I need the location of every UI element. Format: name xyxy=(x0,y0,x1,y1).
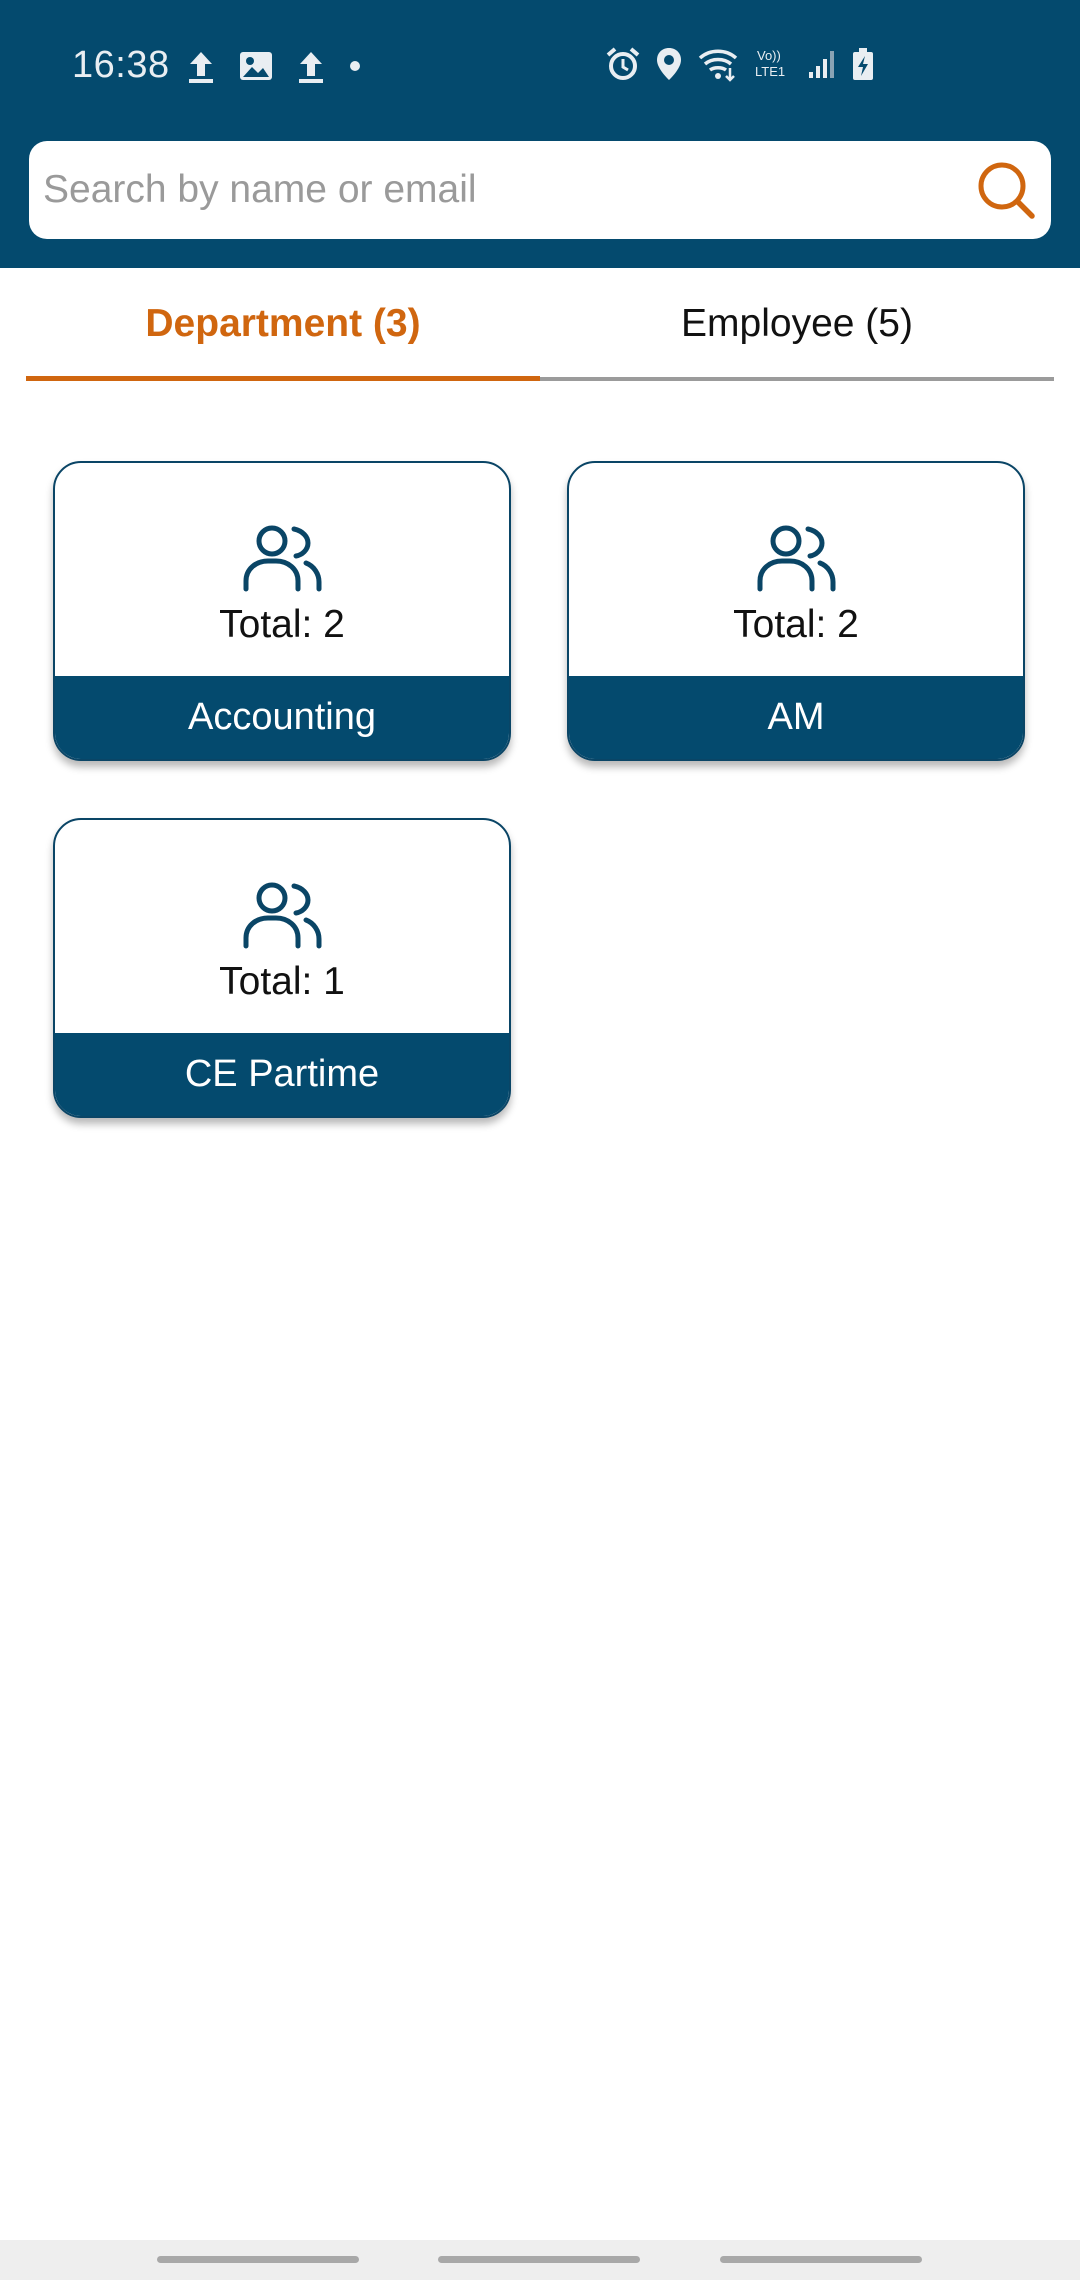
battery-charging-icon xyxy=(853,48,873,80)
people-icon xyxy=(243,882,322,949)
signal-icon xyxy=(809,51,834,78)
location-icon xyxy=(657,48,681,80)
department-total: Total: 2 xyxy=(219,603,345,646)
nav-back-button[interactable] xyxy=(720,2256,922,2263)
system-navigation-bar xyxy=(0,2240,1080,2280)
search-icon[interactable] xyxy=(975,159,1037,221)
alarm-icon xyxy=(606,47,640,80)
department-name: AM xyxy=(569,676,1023,759)
search-input[interactable] xyxy=(43,141,963,239)
department-name: Accounting xyxy=(55,676,509,759)
department-card[interactable]: Total: 2 Accounting xyxy=(53,461,511,761)
status-bar: 16:38 Vo)) LTE1 xyxy=(0,0,1080,134)
department-card[interactable]: Total: 1 CE Partime xyxy=(53,818,511,1118)
nav-home-button[interactable] xyxy=(438,2256,640,2263)
more-notifications-dot-icon xyxy=(350,61,360,71)
nav-recents-button[interactable] xyxy=(157,2256,359,2263)
search-bar xyxy=(29,141,1051,239)
status-time: 16:38 xyxy=(72,44,170,86)
department-card[interactable]: Total: 2 AM xyxy=(567,461,1025,761)
department-total: Total: 2 xyxy=(733,603,859,646)
people-icon xyxy=(243,525,322,592)
wifi-icon xyxy=(698,49,738,82)
status-notification-icons xyxy=(186,48,362,84)
department-total: Total: 1 xyxy=(219,960,345,1003)
upload-icon xyxy=(189,52,213,83)
status-system-icons: Vo)) LTE1 xyxy=(605,46,875,82)
svg-text:Vo)): Vo)) xyxy=(757,48,781,63)
people-icon xyxy=(757,525,836,592)
department-name: CE Partime xyxy=(55,1033,509,1116)
tab-divider-line xyxy=(540,377,1054,381)
svg-text:LTE1: LTE1 xyxy=(755,64,785,79)
tab-employee[interactable]: Employee (5) xyxy=(540,268,1054,380)
screen: 16:38 Vo)) LTE1 Search by name or email … xyxy=(0,0,1080,2280)
upload-icon xyxy=(299,52,323,83)
tab-bar: Department (3) Employee (5) xyxy=(26,268,1054,384)
tab-active-indicator xyxy=(26,376,540,381)
app-header: 16:38 Vo)) LTE1 Search by name or email xyxy=(0,0,1080,268)
image-icon xyxy=(240,52,272,80)
volte-lte-icon: Vo)) LTE1 xyxy=(755,48,785,79)
tab-department[interactable]: Department (3) xyxy=(26,268,540,380)
